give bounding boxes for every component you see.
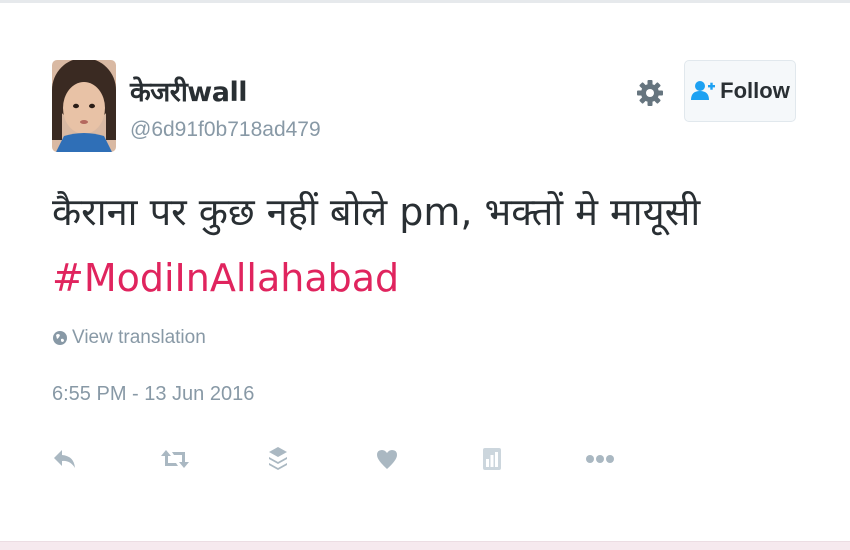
display-name[interactable]: केजरीwall: [130, 72, 247, 109]
top-border: [0, 0, 850, 3]
tweet-text: कैराना पर कुछ नहीं बोले pm, भक्तों मे मा…: [52, 190, 701, 234]
tweet-timestamp[interactable]: 6:55 PM - 13 Jun 2016: [52, 383, 254, 406]
bottom-border: [0, 541, 850, 550]
globe-icon: [52, 330, 68, 346]
gear-icon[interactable]: [634, 77, 666, 109]
analytics-icon[interactable]: [478, 444, 506, 474]
reply-icon[interactable]: [50, 444, 80, 474]
more-dots-icon[interactable]: [584, 444, 616, 474]
avatar[interactable]: [52, 60, 116, 152]
stack-icon[interactable]: [263, 444, 293, 474]
user-handle[interactable]: @6d91f0b718ad479: [130, 118, 321, 142]
like-heart-icon[interactable]: [372, 444, 402, 474]
hashtag-link[interactable]: #ModiInAllahabad: [52, 256, 399, 300]
retweet-icon[interactable]: [158, 444, 192, 474]
follow-button[interactable]: Follow: [684, 60, 796, 122]
view-translation-label: View translation: [72, 327, 206, 348]
follow-person-plus-icon: [690, 78, 716, 104]
view-translation-link[interactable]: View translation: [52, 327, 206, 349]
follow-label: Follow: [720, 78, 790, 103]
avatar-image: [52, 60, 116, 152]
